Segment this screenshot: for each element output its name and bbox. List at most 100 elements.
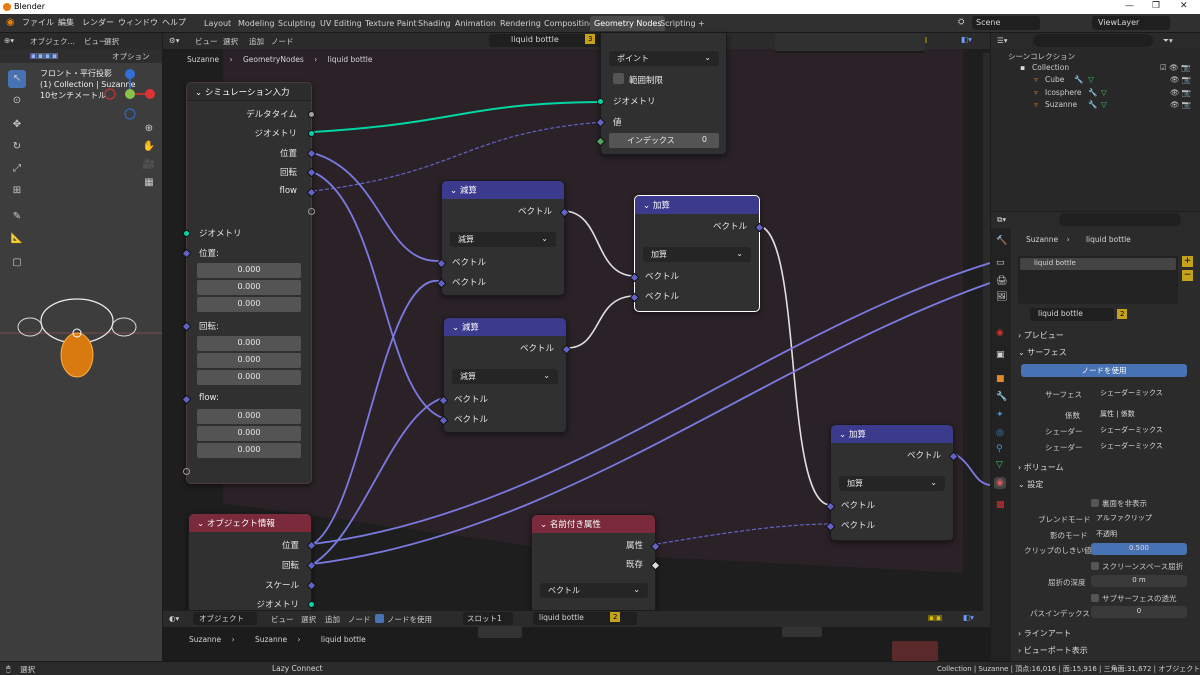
- add-cube-tool-icon[interactable]: ▢: [8, 254, 26, 272]
- operation-dropdown[interactable]: 減算 ⌄: [450, 232, 556, 247]
- ssr-checkbox[interactable]: [1091, 562, 1099, 570]
- rotation-x-field[interactable]: 0.000: [197, 336, 301, 351]
- index-field[interactable]: インデックス 0: [609, 133, 719, 148]
- blender-menu-icon[interactable]: ◉: [6, 17, 15, 28]
- domain-dropdown[interactable]: ポイント ⌄: [609, 51, 719, 66]
- scale-tool-icon[interactable]: ⤢: [8, 160, 26, 178]
- overlay-icons[interactable]: ▣▣: [928, 613, 942, 622]
- menu-add[interactable]: 追加: [249, 36, 264, 47]
- breadcrumb-material[interactable]: liquid bottle: [321, 635, 366, 644]
- breadcrumb-material[interactable]: liquid bottle: [328, 55, 373, 64]
- menu-select[interactable]: 選択: [223, 36, 238, 47]
- geometry-input-socket[interactable]: [183, 230, 190, 237]
- blend-mode-select[interactable]: アルファクリップ: [1091, 512, 1187, 524]
- outliner-search[interactable]: [1033, 34, 1153, 47]
- scene-collection-label[interactable]: シーンコレクション: [1008, 51, 1075, 62]
- scene-selector[interactable]: Scene: [972, 16, 1040, 30]
- annotate-tool-icon[interactable]: ✎: [8, 208, 26, 226]
- geometry-output-socket[interactable]: [308, 130, 315, 137]
- prop-value-shader-2[interactable]: シェーダーミックス: [1086, 440, 1172, 452]
- suzanne-model[interactable]: [0, 285, 162, 395]
- prop-value-factor[interactable]: 属性 | 係数: [1086, 408, 1172, 420]
- node-vector-subtract-1[interactable]: ⌄ 減算 ベクトル 減算 ⌄ ベクトル ベクトル: [436, 180, 570, 296]
- collection-tab-icon[interactable]: ▣: [996, 350, 1005, 360]
- add-workspace-icon[interactable]: +: [694, 16, 709, 31]
- tab-texture-paint[interactable]: Texture Paint: [361, 16, 421, 31]
- object-tab-icon[interactable]: ■: [996, 374, 1005, 384]
- operation-dropdown[interactable]: 減算 ⌄: [452, 369, 558, 384]
- zoom-icon[interactable]: ⊕: [140, 120, 158, 138]
- gizmo-icon[interactable]: ◧▾: [963, 613, 974, 622]
- visibility-icons[interactable]: 👁 📷: [1170, 75, 1191, 84]
- flow-x-field[interactable]: 0.000: [197, 409, 301, 424]
- material-user-count[interactable]: 2: [610, 612, 621, 622]
- data-tab-icon[interactable]: ▽: [996, 460, 1003, 470]
- node-header[interactable]: ⌄ 名前付き属性: [532, 515, 655, 533]
- outliner-item-icosphere[interactable]: Icosphere: [1045, 88, 1082, 97]
- prop-value-shader-1[interactable]: シェーダーミックス: [1086, 424, 1172, 436]
- outliner-item-cube[interactable]: Cube: [1045, 75, 1064, 84]
- node-object-info[interactable]: ⌄ オブジェクト情報 位置 回転 スケール ジオメトリ: [188, 513, 317, 611]
- modifier-tab-icon[interactable]: 🔧: [996, 392, 1007, 402]
- pan-hand-icon[interactable]: ✋: [140, 138, 158, 156]
- backface-checkbox[interactable]: [1091, 499, 1099, 507]
- breadcrumb-object[interactable]: Suzanne: [187, 55, 219, 64]
- visibility-icons[interactable]: 👁 📷: [1170, 100, 1191, 109]
- use-nodes-checkbox[interactable]: [375, 614, 384, 623]
- tab-animation[interactable]: Animation: [451, 16, 500, 31]
- material-slot-list[interactable]: liquid bottle: [1018, 256, 1178, 304]
- menu-node[interactable]: ノード: [348, 614, 371, 625]
- section-settings[interactable]: ⌄ 設定: [1018, 479, 1043, 490]
- node-header[interactable]: ⌄ オブジェクト情報: [189, 514, 311, 532]
- physics-tab-icon[interactable]: ◎: [996, 428, 1004, 438]
- world-tab-icon[interactable]: ◉: [996, 328, 1004, 338]
- position-z-field[interactable]: 0.000: [197, 297, 301, 312]
- viewlayer-selector[interactable]: ViewLayer: [1092, 16, 1170, 30]
- node-named-attribute[interactable]: ⌄ 名前付き属性 属性 既存 ベクトル ⌄: [531, 514, 661, 611]
- node-vector-add-2[interactable]: ⌄ 加算 ベクトル 加算 ⌄ ベクトル ベクトル: [825, 424, 959, 541]
- operation-dropdown[interactable]: 加算 ⌄: [839, 476, 945, 491]
- editor-type-icon[interactable]: ⊕▾: [4, 36, 14, 45]
- section-viewport-display[interactable]: › ビューポート表示: [1018, 645, 1088, 656]
- move-tool-icon[interactable]: ✥: [8, 116, 26, 134]
- delta-time-socket[interactable]: [308, 111, 315, 118]
- menu-select[interactable]: 選択: [301, 614, 316, 625]
- flow-y-field[interactable]: 0.000: [197, 426, 301, 441]
- menu-edit[interactable]: 編集: [58, 17, 74, 28]
- position-y-field[interactable]: 0.000: [197, 280, 301, 295]
- cursor-tool-icon[interactable]: ⊙: [8, 92, 26, 110]
- transform-tool-icon[interactable]: ⊞: [8, 182, 26, 200]
- menu-view[interactable]: ビュー: [271, 614, 294, 625]
- constraints-tab-icon[interactable]: ⚲: [996, 444, 1003, 454]
- user-count[interactable]: 3: [585, 34, 596, 44]
- minimize-icon[interactable]: —: [1125, 1, 1134, 11]
- section-preview[interactable]: › プレビュー: [1018, 330, 1064, 341]
- flow-z-field[interactable]: 0.000: [197, 443, 301, 458]
- data-type-dropdown[interactable]: ベクトル ⌄: [540, 583, 648, 598]
- camera-icon[interactable]: 🎥: [140, 156, 158, 174]
- geometry-input-socket[interactable]: [597, 98, 604, 105]
- mode-select[interactable]: オブジェク…: [30, 36, 75, 47]
- section-lineart[interactable]: › ラインアート: [1018, 628, 1071, 639]
- rotation-z-field[interactable]: 0.000: [197, 370, 301, 385]
- menu-select[interactable]: 選択: [104, 36, 119, 47]
- breadcrumb-mesh[interactable]: Suzanne: [255, 635, 287, 644]
- material-select[interactable]: liquid bottle: [533, 612, 637, 625]
- editor-type-icon[interactable]: ◐▾: [169, 614, 179, 623]
- menu-render[interactable]: レンダー: [82, 17, 114, 28]
- measure-tool-icon[interactable]: 📐: [8, 230, 26, 248]
- select-box-tool-icon[interactable]: ↖: [8, 70, 26, 88]
- tool-tab-icon[interactable]: 🔨: [996, 236, 1007, 246]
- view-layer-tab-icon[interactable]: 🖼: [996, 292, 1007, 302]
- editor-type-icon[interactable]: ☰▾: [997, 36, 1008, 45]
- node-simulation-input[interactable]: ⌄ シミュレーション入力 デルタタイム ジオメトリ 位置 回転 flow ジオメ…: [181, 82, 317, 484]
- section-surface[interactable]: ⌄ サーフェス: [1018, 347, 1067, 358]
- breadcrumb-object[interactable]: Suzanne: [189, 635, 221, 644]
- tab-rendering[interactable]: Rendering: [496, 16, 545, 31]
- options-button[interactable]: オプション: [112, 51, 150, 62]
- clip-threshold-field[interactable]: 0.500: [1091, 543, 1187, 555]
- menu-help[interactable]: ヘルプ: [162, 17, 186, 28]
- node-vector-subtract-2[interactable]: ⌄ 減算 ベクトル 減算 ⌄ ベクトル ベクトル: [438, 317, 572, 433]
- extend-input-socket[interactable]: [183, 468, 190, 475]
- material-slot-item[interactable]: liquid bottle: [1020, 258, 1176, 270]
